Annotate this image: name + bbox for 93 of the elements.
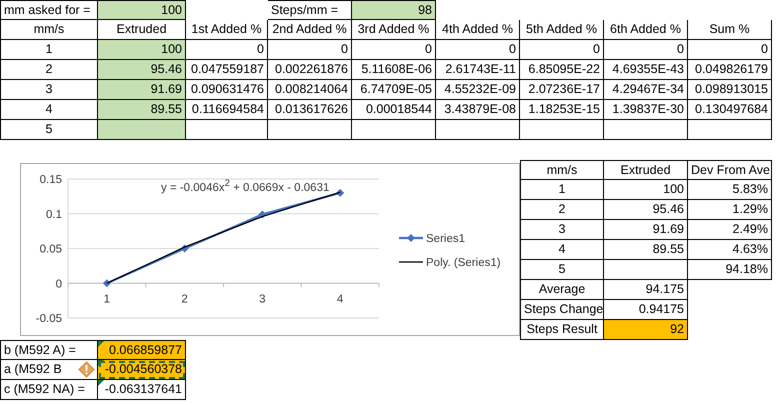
table-cell: 4 [0, 100, 98, 120]
row-label: Steps Result [520, 320, 604, 340]
table-cell: 3 [520, 220, 604, 240]
table-cell: 0.94175 [604, 300, 688, 320]
table-cell: 1.18253E-15 [520, 100, 604, 120]
table-cell: 94.175 [604, 280, 688, 300]
table-cell: 2.07236E-17 [520, 80, 604, 100]
table-cell: 0.00018544 [352, 100, 436, 120]
input-label: Steps/mm = [268, 0, 352, 20]
table-cell: 2.61743E-11 [436, 60, 520, 80]
column-header: 2nd Added % [268, 20, 352, 40]
column-header: 6th Added % [604, 20, 688, 40]
table-cell: 0 [186, 40, 268, 60]
table-cell: 3 [0, 80, 98, 100]
axis-tick-label: 0.1 [46, 208, 62, 221]
axis-tick-label: -0.05 [36, 313, 62, 325]
warning-icon[interactable] [78, 361, 95, 378]
table-cell: 4.69355E-43 [604, 60, 688, 80]
row-label: c (M592 NA) = [0, 380, 98, 400]
table-cell: 6.74709E-05 [352, 80, 436, 100]
table-cell: 89.55 [98, 100, 186, 120]
table-cell: 2 [520, 200, 604, 220]
table-cell[interactable]: 0.066859877 [98, 340, 186, 360]
row-label: Steps Change [520, 300, 604, 320]
table-cell: 0 [352, 40, 436, 60]
table-cell: 1.29% [688, 200, 772, 220]
table-cell: 0 [520, 40, 604, 60]
table-cell: 0.047559187 [186, 60, 268, 80]
table-cell: 3.43879E-08 [436, 100, 520, 120]
axis-tick-label: 4 [336, 293, 344, 306]
table-cell: 100 [98, 40, 186, 60]
table-cell: 91.69 [98, 80, 186, 100]
column-header: 3rd Added % [352, 20, 436, 40]
table-cell[interactable]: -0.004560378 [98, 360, 186, 380]
table-cell: 95.46 [604, 200, 688, 220]
table-cell: 1 [520, 180, 604, 200]
table-cell: 0.002261876 [268, 60, 352, 80]
table-cell: 5 [0, 120, 98, 140]
legend-label: Series1 [426, 233, 465, 245]
table-cell: 4.29467E-34 [604, 80, 688, 100]
axis-tick-label: 1 [104, 293, 110, 306]
column-header: mm/s [520, 160, 604, 180]
column-header: Sum % [688, 20, 772, 40]
table-cell: 0 [688, 40, 772, 60]
row-label: b (M592 A) = [0, 340, 98, 360]
table-cell: 89.55 [604, 240, 688, 260]
table-cell: 2 [0, 60, 98, 80]
column-header: Extruded [98, 20, 186, 40]
row-label: a (M592 B [0, 360, 98, 380]
axis-tick-label: 0 [56, 278, 62, 290]
table-cell: 94.18% [688, 260, 772, 280]
legend-line-icon [399, 261, 423, 263]
table-cell: 91.69 [604, 220, 688, 240]
table-cell: 0 [436, 40, 520, 60]
table-cell: 0.090631476 [186, 80, 268, 100]
table-cell: 1.39837E-30 [604, 100, 688, 120]
input-label: mm asked for = [0, 0, 98, 20]
column-header: 1st Added % [186, 20, 268, 40]
table-cell: 1 [0, 40, 98, 60]
column-header: Extruded [604, 160, 688, 180]
table-cell: 5 [520, 260, 604, 280]
legend-marker-icon [399, 234, 423, 242]
table-cell: 92 [604, 320, 688, 340]
table-cell: 95.46 [98, 60, 186, 80]
table-cell: 4 [520, 240, 604, 260]
axis-tick-label: 0.15 [40, 174, 62, 186]
column-header: mm/s [0, 20, 98, 40]
table-cell: 0 [604, 40, 688, 60]
table-cell: 5.83% [688, 180, 772, 200]
table-cell: 4.55232E-09 [436, 80, 520, 100]
row-label: Average [520, 280, 604, 300]
table-cell: 0.013617626 [268, 100, 352, 120]
table-cell: 0 [268, 40, 352, 60]
axis-tick-label: 2 [181, 293, 188, 306]
table-cell: 0.116694584 [186, 100, 268, 120]
table-cell[interactable]: -0.063137641 [98, 380, 186, 400]
table-cell: 5.11608E-06 [352, 60, 436, 80]
table-cell: 0.130497684 [688, 100, 772, 120]
legend-label: Poly. (Series1) [426, 257, 501, 269]
column-header: 5th Added % [520, 20, 604, 40]
column-header: 4th Added % [436, 20, 520, 40]
axis-tick-label: 3 [259, 293, 266, 306]
table-cell: 100 [604, 180, 688, 200]
table-cell: 0.049826179 [688, 60, 772, 80]
input-value-cell[interactable]: 100 [98, 0, 186, 20]
table-cell: 0.008214064 [268, 80, 352, 100]
table-cell: 4.63% [688, 240, 772, 260]
table-cell: 0.098913015 [688, 80, 772, 100]
table-cell: 2.49% [688, 220, 772, 240]
input-value-cell[interactable]: 98 [352, 0, 436, 20]
column-header: Dev From Ave [688, 160, 772, 180]
table-cell: 6.85095E-22 [520, 60, 604, 80]
axis-tick-label: 0.05 [40, 244, 62, 256]
